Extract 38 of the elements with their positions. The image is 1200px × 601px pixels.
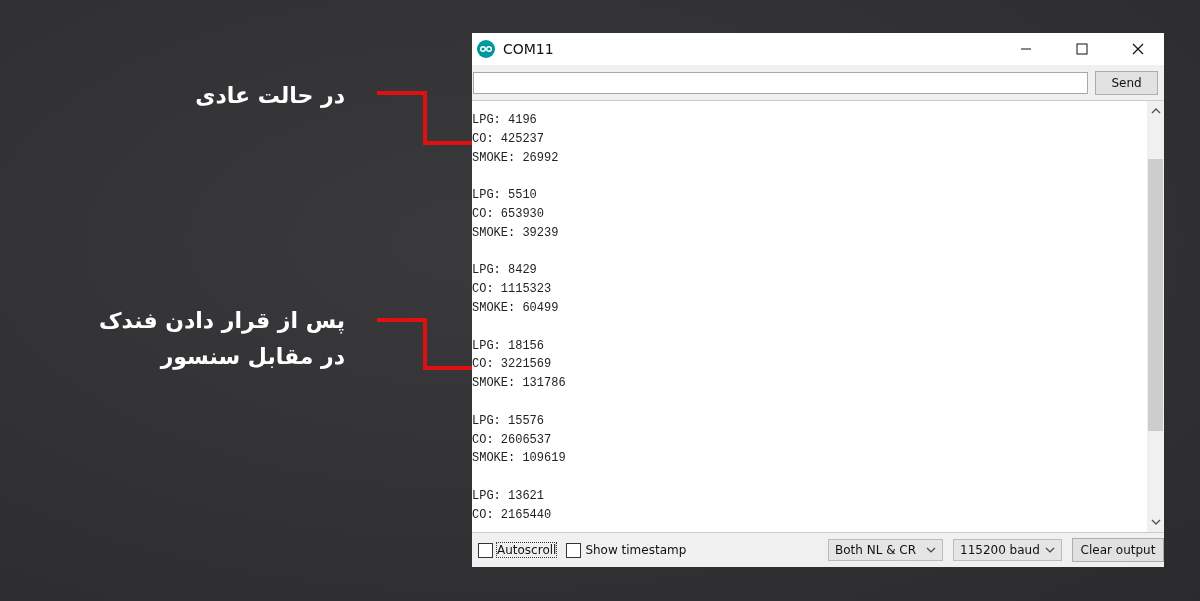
output-line: LPG: 13621 — [472, 488, 544, 503]
window-title: COM11 — [503, 41, 554, 57]
output-line: LPG: 15576 — [472, 413, 544, 428]
output-line: SMOKE: 109619 — [472, 451, 566, 466]
output-line: LPG: 8429 — [472, 263, 537, 278]
annotation-text: پس از قرار دادن فندک در مقابل سنسور — [98, 307, 345, 372]
checkbox-label: Autoscroll — [497, 543, 557, 557]
maximize-icon[interactable] — [1076, 43, 1088, 55]
checkbox[interactable] — [478, 542, 493, 558]
output-line: CO: 425237 — [472, 131, 544, 146]
scroll-up-icon[interactable] — [1150, 107, 1161, 115]
output-line: SMOKE: 26992 — [472, 150, 559, 165]
clear-output-button[interactable]: Clear output — [1072, 538, 1164, 562]
scrollbar[interactable] — [1147, 101, 1164, 532]
output-line: LPG: 4196 — [472, 113, 537, 127]
output-line: SMOKE: 131786 — [472, 376, 566, 391]
chevron-down-icon — [1045, 547, 1055, 553]
send-button[interactable]: Send — [1095, 70, 1158, 95]
dropdown[interactable]: Both NL & CR — [828, 539, 943, 561]
output-line: SMOKE: 60499 — [472, 300, 559, 315]
output-line: SMOKE: 39239 — [472, 225, 559, 240]
input-field[interactable] — [473, 71, 1088, 94]
output-line: CO: 2606537 — [472, 432, 552, 447]
output-line: CO: 2165440 — [472, 507, 552, 522]
chevron-down-icon — [926, 547, 936, 553]
output-line: CO: 1115323 — [472, 282, 552, 297]
checkbox-label: Show timestamp — [585, 543, 687, 557]
scroll-thumb[interactable] — [1148, 159, 1163, 431]
dropdown[interactable]: 115200 baud — [953, 539, 1062, 561]
output-line: CO: 653930 — [472, 207, 544, 221]
checkbox[interactable] — [566, 542, 582, 558]
annotation-text: در حالت عادی — [195, 82, 345, 110]
close-icon[interactable] — [1132, 43, 1144, 55]
scroll-down-icon[interactable] — [1150, 518, 1161, 526]
output-line: LPG: 18156 — [472, 338, 544, 353]
output-line: LPG: 5510 — [472, 188, 537, 203]
app-logo-icon — [477, 40, 495, 58]
output-line: CO: 3221569 — [472, 357, 552, 372]
